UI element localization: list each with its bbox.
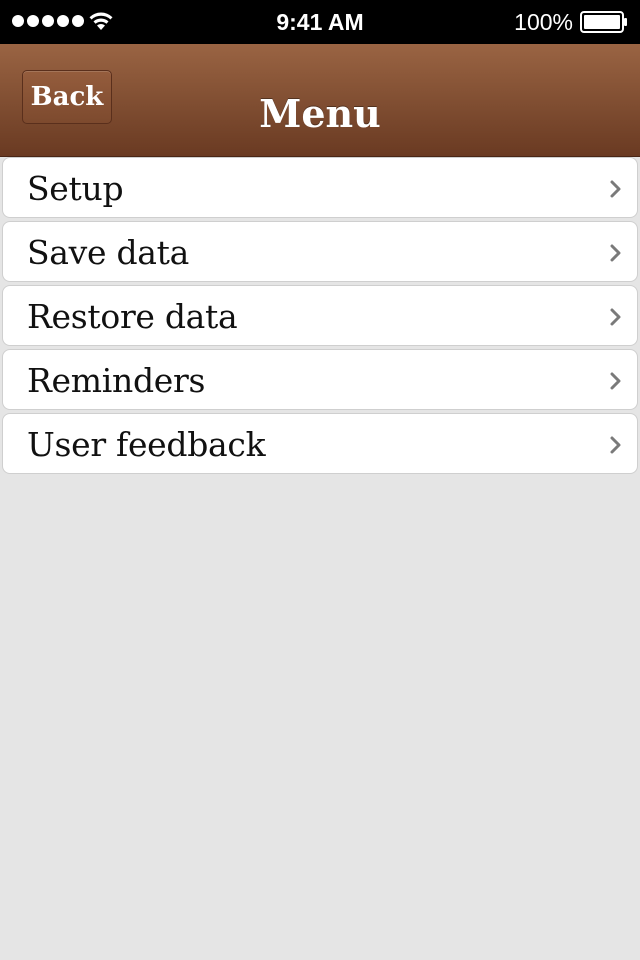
menu-item-user-feedback[interactable]: User feedback [2,413,638,474]
status-bar: 9:41 AM 100% [0,0,640,44]
wifi-icon [89,12,113,30]
chevron-right-icon [610,180,621,198]
menu-item-save-data[interactable]: Save data [2,221,638,282]
chevron-right-icon [610,372,621,390]
menu-item-setup[interactable]: Setup [2,157,638,218]
chevron-right-icon [610,436,621,454]
page-title: Menu [259,91,381,136]
signal-dots-icon [12,15,84,29]
menu-item-label: User feedback [27,425,266,464]
menu-item-reminders[interactable]: Reminders [2,349,638,410]
menu-item-label: Reminders [27,361,206,400]
battery-percent: 100% [514,9,573,35]
chevron-right-icon [610,308,621,326]
navigation-bar: Back Menu [0,44,640,157]
battery-icon [580,11,627,33]
chevron-right-icon [610,244,621,262]
menu-item-label: Setup [27,169,124,208]
menu-list: Setup Save data Restore data Reminders U… [2,157,638,477]
menu-item-label: Restore data [27,297,238,336]
menu-item-restore-data[interactable]: Restore data [2,285,638,346]
menu-item-label: Save data [27,233,189,272]
